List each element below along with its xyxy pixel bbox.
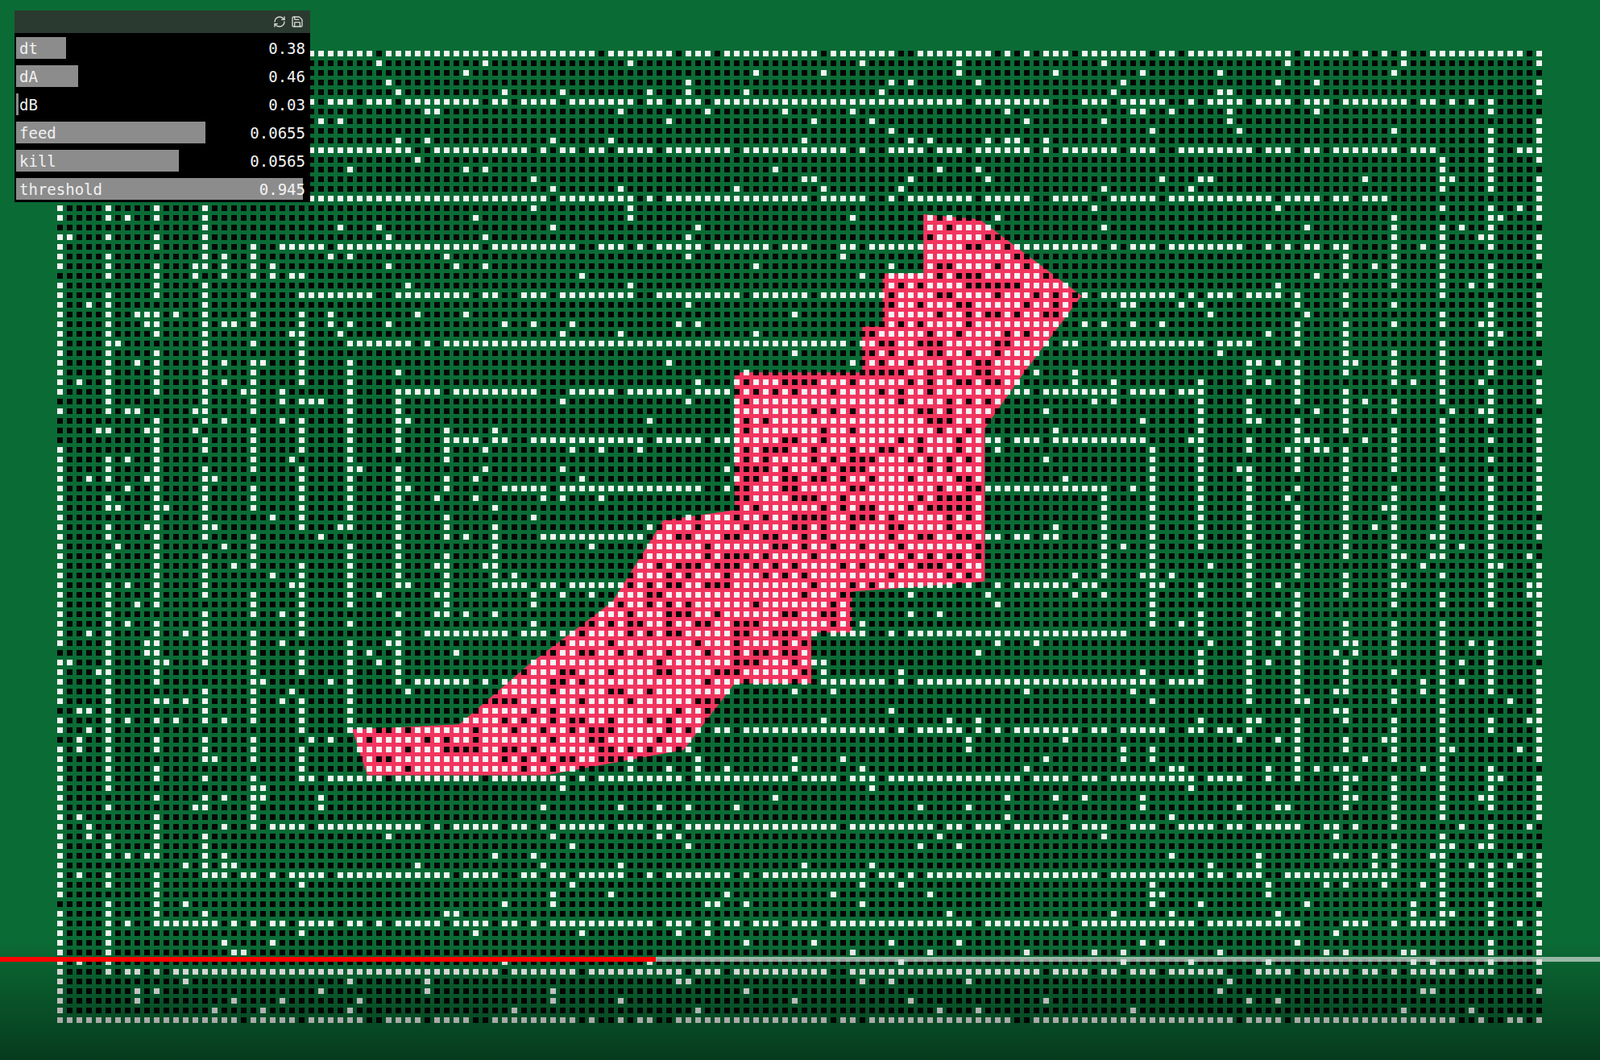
save-icon[interactable] bbox=[290, 15, 304, 29]
slider-row[interactable]: kill 0.0565 bbox=[14, 147, 311, 175]
slider-label: dA bbox=[19, 67, 38, 86]
slider-fill bbox=[16, 93, 19, 116]
slider-label: feed bbox=[19, 124, 57, 142]
slider-value: 0.46 bbox=[268, 67, 306, 86]
slider-label: dB bbox=[19, 95, 38, 114]
slider-row[interactable]: threshold 0.945 bbox=[14, 175, 311, 203]
slider-value: 0.945 bbox=[259, 180, 306, 199]
slider-value: 0.0565 bbox=[249, 152, 306, 170]
slider-value: 0.0655 bbox=[249, 124, 306, 142]
slider-label: kill bbox=[19, 152, 57, 170]
slider-row[interactable]: dA 0.46 bbox=[14, 62, 311, 90]
slider-label: dt bbox=[19, 39, 38, 58]
pattern-cells bbox=[57, 50, 1542, 1024]
slider-row[interactable]: dt 0.38 bbox=[14, 34, 311, 62]
progress-played bbox=[0, 957, 656, 962]
refresh-icon[interactable] bbox=[273, 15, 287, 29]
slider-value: 0.03 bbox=[268, 95, 306, 114]
video-frame: dt 0.38 dA 0.46 dB 0.03 feed 0.0655 kill 0.0565 th… bbox=[0, 0, 1600, 1060]
control-panel: dt 0.38 dA 0.46 dB 0.03 feed 0.0655 kill 0.0565 th… bbox=[14, 10, 311, 203]
slider-row[interactable]: feed 0.0655 bbox=[14, 119, 311, 146]
panel-header bbox=[14, 10, 311, 34]
slider-label: threshold bbox=[19, 180, 103, 199]
video-progress[interactable] bbox=[0, 957, 1600, 962]
slider-value: 0.38 bbox=[268, 39, 306, 58]
slider-row[interactable]: dB 0.03 bbox=[14, 91, 311, 118]
